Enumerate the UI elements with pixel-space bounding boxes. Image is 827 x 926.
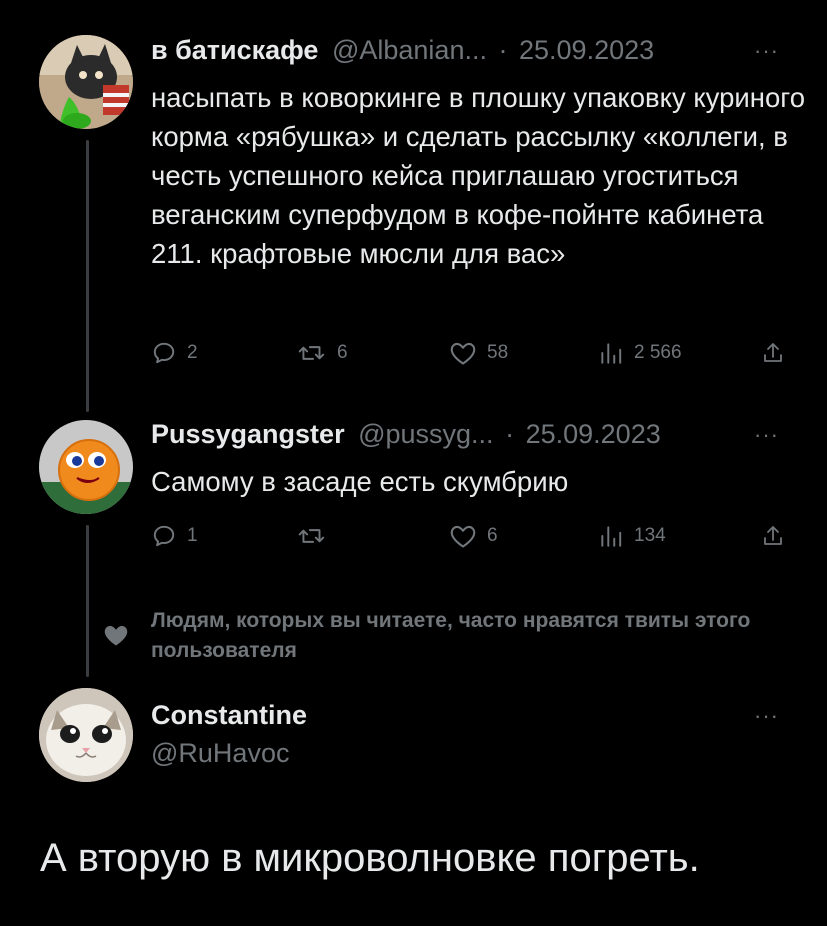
reply-text: А вторую в микроволновке погреть.	[40, 836, 700, 880]
profile-display-name[interactable]: Constantine	[151, 700, 307, 731]
tweet-2-header: Pussygangster @pussyg... · 25.09.2023	[151, 419, 661, 450]
retweet-icon	[298, 529, 325, 543]
tweet-1-views-button[interactable]: 2 566	[598, 340, 682, 366]
reply-icon	[153, 525, 175, 547]
profile-handle[interactable]: @RuHavoc	[151, 738, 289, 769]
tweet-2-like-count: 6	[487, 525, 498, 546]
avatar-tweet-2[interactable]	[39, 420, 133, 514]
profile-name[interactable]: Constantine	[151, 700, 307, 730]
tweet-2-like-button[interactable]: 6	[449, 523, 498, 549]
tweet-1-display-name[interactable]: в батискафе	[151, 35, 318, 65]
tweet-1-reply-count: 2	[187, 342, 198, 363]
views-icon	[601, 343, 622, 364]
reply-icon	[153, 342, 175, 364]
like-icon	[450, 525, 476, 548]
tweet-2-views-button[interactable]: 134	[598, 523, 666, 549]
tweet-1-reply-button[interactable]: 2	[151, 340, 198, 366]
avatar-kitten-image	[39, 688, 133, 782]
avatar-constantine[interactable]	[39, 688, 133, 782]
tweet-2-text: Самому в засаде есть скумбрию	[151, 466, 569, 497]
social-context-heart-icon	[102, 622, 130, 653]
tweet-1-date[interactable]: 25.09.2023	[519, 35, 654, 65]
views-icon	[601, 526, 622, 547]
tweet-2-share-button[interactable]	[761, 523, 785, 549]
social-context-text: Людям, которых вы читаете, часто нравятс…	[151, 609, 751, 662]
heart-icon	[104, 625, 128, 646]
tweet-2-display-name[interactable]: Pussygangster	[151, 419, 345, 449]
share-icon	[764, 526, 782, 545]
tweet-1-like-button[interactable]: 58	[449, 340, 508, 366]
tweet-1-handle[interactable]: @Albanian...	[332, 35, 487, 65]
tweet-2-handle[interactable]: @pussyg...	[358, 419, 493, 449]
thread-line-1	[86, 140, 89, 412]
tweet-2-separator: ·	[505, 419, 515, 449]
tweet-1-views-count: 2 566	[634, 342, 682, 363]
tweet-2-views-count: 134	[634, 525, 666, 546]
tweet-2-retweet-button[interactable]	[297, 523, 337, 549]
retweet-icon	[298, 346, 325, 360]
tweet-1-retweet-button[interactable]: 6	[297, 340, 348, 366]
tweet-1-text: насыпать в коворкинге в плошку упаковку …	[151, 82, 805, 269]
tweet-2-more-button[interactable]: ···	[754, 422, 779, 448]
tweet-1-retweet-count: 6	[337, 342, 348, 363]
thread-line-2	[86, 525, 89, 677]
tweet-2-reply-button[interactable]: 1	[151, 523, 198, 549]
avatar-cat-image	[39, 35, 133, 129]
like-icon	[450, 342, 476, 365]
tweet-1-separator: ·	[498, 35, 508, 65]
tweet-1-header: в батискафе @Albanian... · 25.09.2023	[151, 35, 654, 66]
avatar-orange-image	[39, 420, 133, 514]
tweet-2-date[interactable]: 25.09.2023	[526, 419, 661, 449]
profile-more-button[interactable]: ···	[754, 703, 779, 729]
share-icon	[764, 343, 782, 362]
avatar-tweet-1[interactable]	[39, 35, 133, 129]
tweet-2-reply-count: 1	[187, 525, 198, 546]
tweet-1-more-button[interactable]: ···	[754, 38, 779, 64]
tweet-1-share-button[interactable]	[761, 340, 785, 366]
tweet-1-like-count: 58	[487, 342, 509, 363]
